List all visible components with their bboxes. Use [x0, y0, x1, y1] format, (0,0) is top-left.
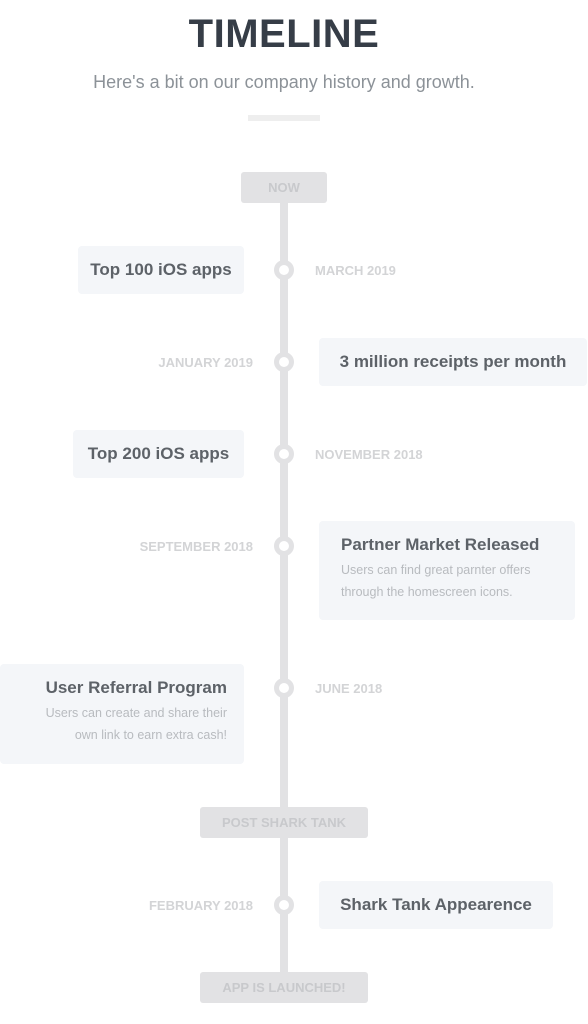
timeline-line: [280, 200, 288, 985]
page-subtitle: Here's a bit on our company history and …: [93, 72, 475, 92]
event-date: FEBRUARY 2018: [148, 898, 253, 913]
event-card-shark-tank: Shark Tank Appearence: [319, 881, 553, 929]
page-title: TIMELINE: [188, 12, 380, 56]
event-description: Users can create and share their own lin…: [45, 706, 227, 742]
event-title: Top 200 iOS apps: [87, 444, 230, 463]
timeline-node-icon: [274, 895, 294, 915]
event-date: JUNE 2018: [315, 681, 383, 696]
marker-app-launched: APP IS LAUNCHED!: [200, 972, 368, 1003]
timeline-node-icon: [274, 352, 294, 372]
event-card-receipts: 3 million receipts per month: [319, 338, 587, 386]
timeline-node-icon: [274, 536, 294, 556]
event-title: Top 100 iOS apps: [90, 260, 232, 279]
timeline-node-icon: [274, 678, 294, 698]
event-card-referral: User Referral Program Users can create a…: [0, 664, 244, 764]
event-card-partner-market: Partner Market Released Users can find g…: [319, 521, 575, 620]
event-title: Partner Market Released: [341, 535, 540, 554]
timeline-node-icon: [274, 260, 294, 280]
event-card-top-200: Top 200 iOS apps: [73, 430, 244, 478]
marker-now: NOW: [241, 172, 327, 203]
event-title: Shark Tank Appearence: [340, 895, 532, 914]
event-date: NOVEMBER 2018: [315, 447, 423, 462]
event-title: 3 million receipts per month: [339, 352, 567, 371]
event-date: SEPTEMBER 2018: [139, 539, 253, 554]
event-title: User Referral Program: [45, 678, 227, 697]
event-date: MARCH 2019: [315, 263, 396, 278]
event-description: Users can find great parnter offers thro…: [341, 563, 531, 599]
timeline-node-icon: [274, 444, 294, 464]
marker-post-shark-tank: POST SHARK TANK: [200, 807, 368, 838]
event-card-top-100: Top 100 iOS apps: [78, 246, 244, 294]
event-date: JANUARY 2019: [158, 355, 253, 370]
title-divider: [248, 115, 320, 121]
